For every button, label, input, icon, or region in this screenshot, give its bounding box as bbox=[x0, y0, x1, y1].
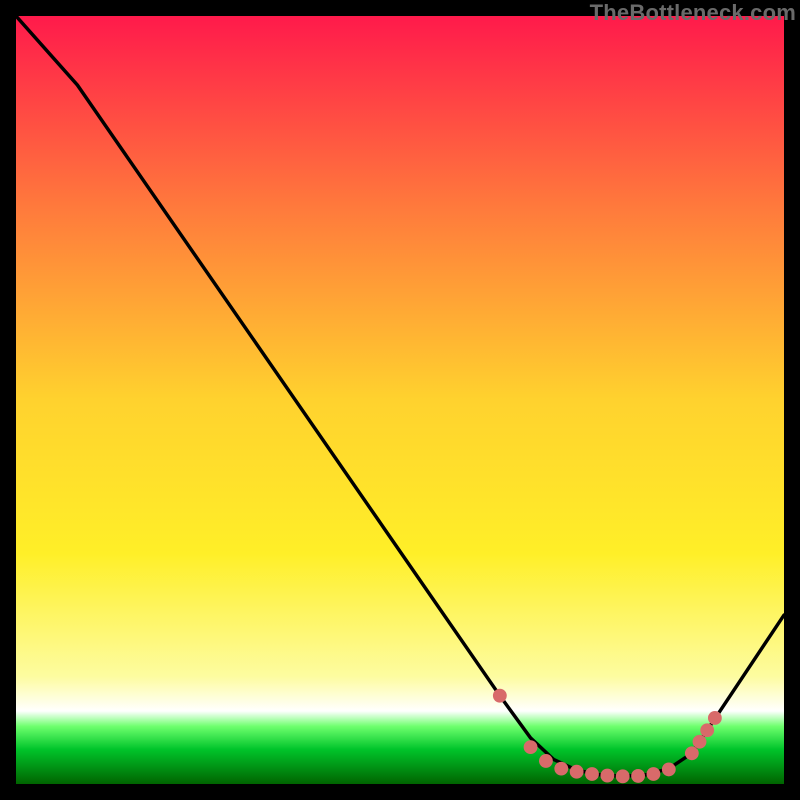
marker-dot bbox=[685, 746, 699, 760]
marker-dot bbox=[570, 765, 584, 779]
marker-dot bbox=[493, 689, 507, 703]
marker-dot bbox=[700, 723, 714, 737]
marker-dot bbox=[647, 767, 661, 781]
marker-dot bbox=[585, 767, 599, 781]
bottleneck-chart bbox=[16, 16, 784, 784]
marker-dot bbox=[693, 735, 707, 749]
chart-stage: TheBottleneck.com bbox=[0, 0, 800, 800]
marker-dot bbox=[554, 762, 568, 776]
marker-dot bbox=[662, 762, 676, 776]
marker-dot bbox=[631, 769, 645, 783]
marker-dot bbox=[524, 740, 538, 754]
marker-dot bbox=[616, 769, 630, 783]
watermark-text: TheBottleneck.com bbox=[590, 0, 796, 26]
gradient-background bbox=[16, 16, 784, 784]
marker-dot bbox=[708, 711, 722, 725]
marker-dot bbox=[600, 769, 614, 783]
marker-dot bbox=[539, 754, 553, 768]
